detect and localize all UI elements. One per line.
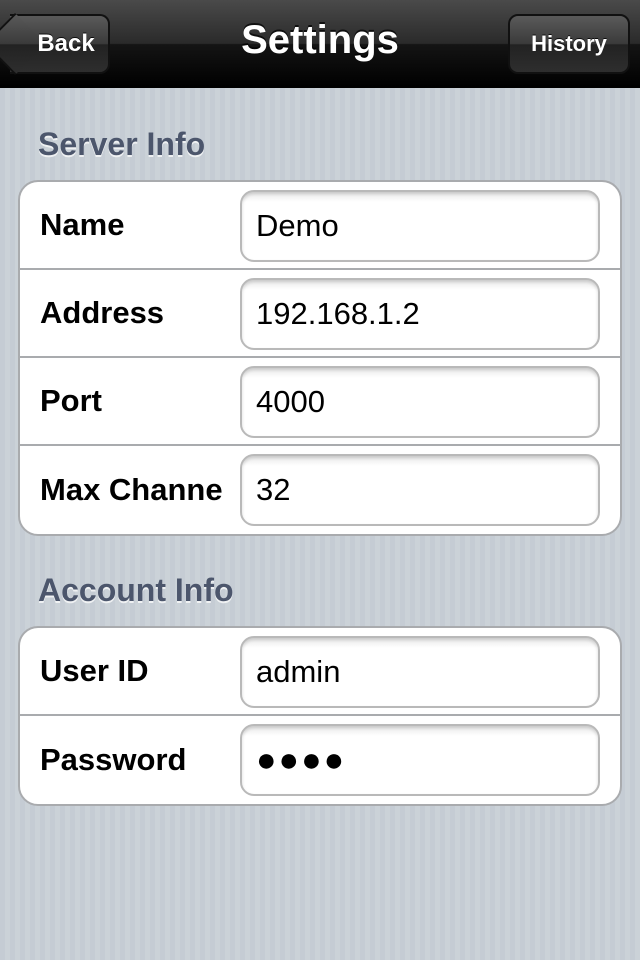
account-info-group: User ID admin Password ●●●● [18,626,622,806]
port-field[interactable]: 4000 [240,366,600,438]
max-channels-label: Max Channe [40,472,223,507]
address-label: Address [40,295,165,330]
user-id-field[interactable]: admin [240,636,600,708]
address-field[interactable]: 192.168.1.2 [240,278,600,350]
max-channels-row: Max Channe 32 [20,446,620,534]
password-field[interactable]: ●●●● [240,724,600,796]
max-channels-field[interactable]: 32 [240,454,600,526]
name-label: Name [40,207,125,242]
user-id-row: User ID admin [20,628,620,716]
name-field[interactable]: Demo [240,190,600,262]
password-label: Password [40,742,187,777]
port-label: Port [40,383,102,418]
address-row: Address 192.168.1.2 [20,270,620,358]
user-id-label: User ID [40,653,149,688]
password-row: Password ●●●● [20,716,620,804]
server-info-group: Name Demo Address 192.168.1.2 Port 4000 … [18,180,622,536]
server-info-header: Server Info [38,126,206,162]
account-info-header: Account Info [38,572,234,608]
name-row: Name Demo [20,182,620,270]
back-button-label: Back [37,30,95,57]
history-button[interactable]: History [508,14,630,74]
navigation-bar: Back Settings History [0,0,640,88]
port-row: Port 4000 [20,358,620,446]
